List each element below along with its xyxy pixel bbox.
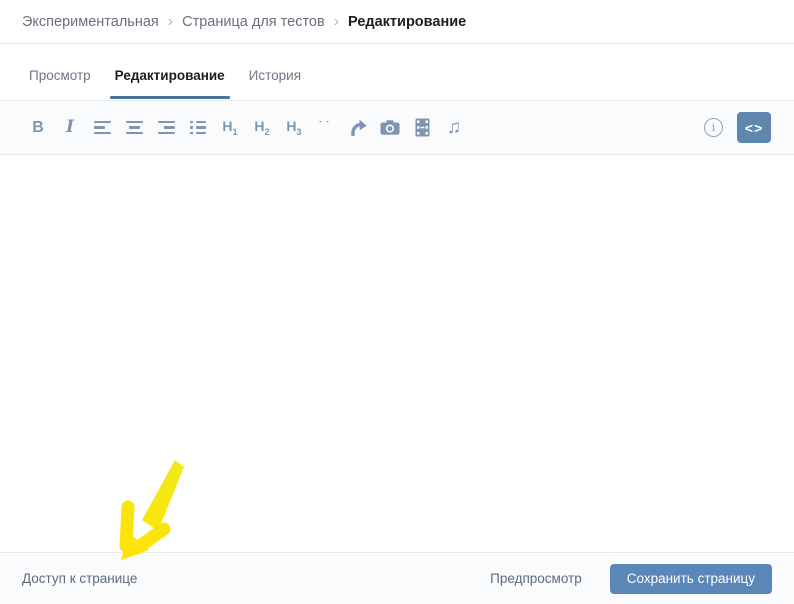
tab-history[interactable]: История xyxy=(244,66,306,100)
film-strip-icon xyxy=(415,118,429,137)
footer-right-group: Предпросмотр Сохранить страницу xyxy=(490,563,772,594)
toolbar-left-group: B I H1 H2 H3 ♫ xyxy=(28,117,464,139)
breadcrumb-item-current: Редактирование xyxy=(348,13,467,30)
chevron-right-icon: › xyxy=(333,12,340,30)
breadcrumb-item-root[interactable]: Экспериментальная xyxy=(22,14,159,30)
bulleted-list-button[interactable] xyxy=(188,117,208,139)
quote-button[interactable]: ” xyxy=(316,117,336,139)
bold-icon: B xyxy=(32,118,44,136)
audio-button[interactable]: ♫ xyxy=(444,117,464,139)
toolbar-right-group: i <> xyxy=(704,112,771,143)
heading2-button[interactable]: H2 xyxy=(252,117,272,139)
align-left-button[interactable] xyxy=(92,117,112,139)
photo-button[interactable] xyxy=(380,117,400,139)
heading3-icon: H3 xyxy=(286,117,302,137)
breadcrumb: Экспериментальная › Страница для тестов … xyxy=(0,0,794,44)
wiki-editor-page: Экспериментальная › Страница для тестов … xyxy=(0,0,794,604)
align-center-icon xyxy=(125,120,143,135)
bulleted-list-icon xyxy=(190,120,206,135)
code-icon: <> xyxy=(744,119,764,136)
breadcrumb-item-page[interactable]: Страница для тестов xyxy=(182,14,325,30)
bold-button[interactable]: B xyxy=(28,117,48,139)
editor-content-area[interactable] xyxy=(0,155,794,552)
chevron-right-icon: › xyxy=(167,12,174,30)
footer-bar: Доступ к странице Предпросмотр Сохранить… xyxy=(0,552,794,604)
align-right-icon xyxy=(157,120,175,135)
heading1-icon: H1 xyxy=(222,117,238,137)
align-left-icon xyxy=(93,120,111,135)
editor-tabs: Просмотр Редактирование История xyxy=(0,44,794,100)
italic-button[interactable]: I xyxy=(60,117,80,139)
video-button[interactable] xyxy=(412,117,432,139)
quote-icon: ” xyxy=(317,121,335,135)
camera-icon xyxy=(380,120,400,135)
wiki-markup-toggle-button[interactable]: <> xyxy=(737,112,771,143)
link-arrow-icon xyxy=(351,119,367,136)
align-center-button[interactable] xyxy=(124,117,144,139)
preview-link[interactable]: Предпросмотр xyxy=(490,571,582,586)
music-note-icon: ♫ xyxy=(446,117,462,138)
heading1-button[interactable]: H1 xyxy=(220,117,240,139)
heading2-icon: H2 xyxy=(254,117,270,137)
heading3-button[interactable]: H3 xyxy=(284,117,304,139)
link-button[interactable] xyxy=(348,117,368,139)
align-right-button[interactable] xyxy=(156,117,176,139)
info-icon[interactable]: i xyxy=(704,118,723,137)
formatting-toolbar: B I H1 H2 H3 ♫ i <> xyxy=(0,100,794,155)
page-access-link[interactable]: Доступ к странице xyxy=(22,571,137,586)
italic-icon: I xyxy=(66,117,74,137)
tab-view[interactable]: Просмотр xyxy=(24,66,96,100)
save-page-button[interactable]: Сохранить страницу xyxy=(609,563,772,594)
tab-edit[interactable]: Редактирование xyxy=(109,66,230,100)
